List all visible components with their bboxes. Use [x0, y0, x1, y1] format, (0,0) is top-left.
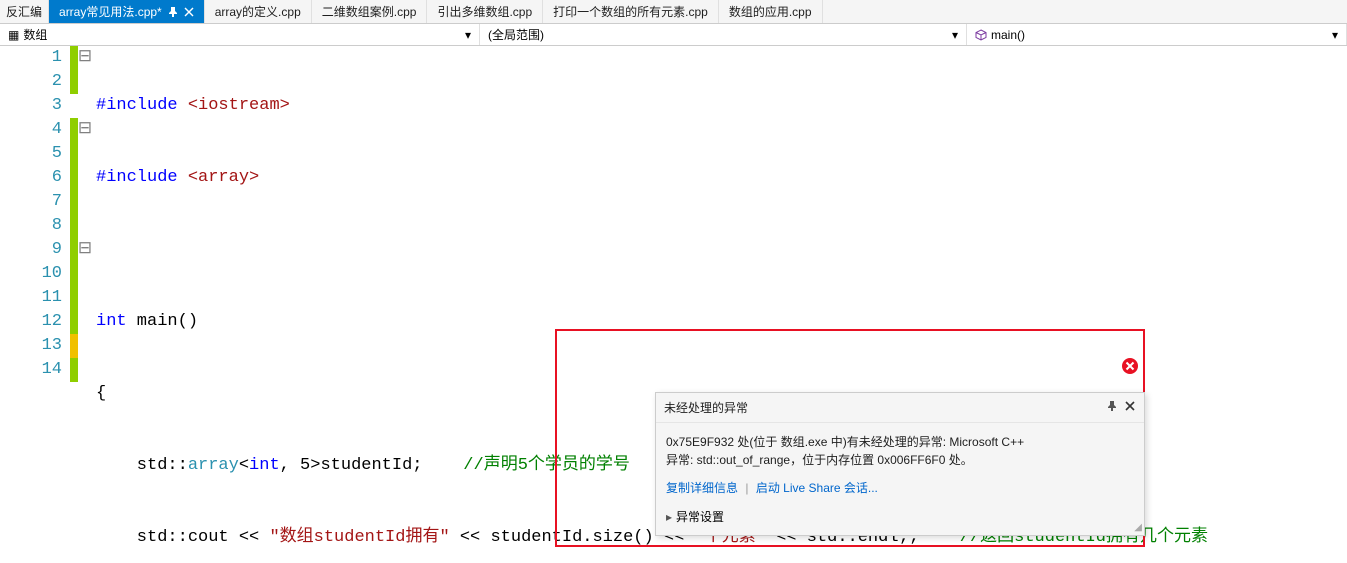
tab-file-0[interactable]: array常见用法.cpp* — [49, 0, 205, 23]
resize-grip-icon[interactable]: ◢ — [1134, 522, 1142, 533]
line-number-gutter: 1 2 3 4 5 6 7 8 9 10 11 12 13 14 — [0, 46, 70, 563]
pin-icon[interactable] — [1106, 400, 1118, 415]
change-indicator — [70, 46, 78, 563]
chevron-down-icon: ▾ — [1332, 28, 1338, 42]
tab-file-3[interactable]: 引出多维数组.cpp — [427, 0, 543, 23]
exception-settings-toggle[interactable]: ▸ 异常设置 — [656, 502, 1144, 535]
scope-global[interactable]: (全局范围) ▾ — [480, 24, 967, 45]
tab-file-5[interactable]: 数组的应用.cpp — [719, 0, 823, 23]
tab-file-1[interactable]: array的定义.cpp — [205, 0, 312, 23]
tab-disassembly[interactable]: 反汇编 — [0, 0, 49, 23]
live-share-link[interactable]: 启动 Live Share 会话... — [756, 481, 878, 495]
tab-file-4[interactable]: 打印一个数组的所有元素.cpp — [543, 0, 719, 23]
cube-icon — [975, 29, 987, 41]
popup-title: 未经处理的异常 — [664, 399, 1100, 416]
exception-popup: 未经处理的异常 0x75E9F932 处(位于 数组.exe 中)有未经处理的异… — [655, 392, 1145, 536]
popup-body: 0x75E9F932 处(位于 数组.exe 中)有未经处理的异常: Micro… — [656, 423, 1144, 473]
popup-header: 未经处理的异常 — [656, 393, 1144, 423]
tab-label: array常见用法.cpp* — [59, 3, 162, 20]
popup-links: 复制详细信息 | 启动 Live Share 会话... — [656, 473, 1144, 502]
chevron-down-icon: ▾ — [465, 28, 471, 42]
triangle-right-icon: ▸ — [666, 510, 672, 524]
copy-details-link[interactable]: 复制详细信息 — [666, 481, 738, 495]
error-badge-icon — [1121, 357, 1139, 375]
file-tabs: 反汇编 array常见用法.cpp* array的定义.cpp 二维数组案例.c… — [0, 0, 1347, 24]
scope-project[interactable]: ▦数组 ▾ — [0, 24, 480, 45]
tab-file-2[interactable]: 二维数组案例.cpp — [312, 0, 428, 23]
chevron-down-icon: ▾ — [952, 28, 958, 42]
scope-function[interactable]: main() ▾ — [967, 24, 1347, 45]
close-icon[interactable] — [184, 7, 194, 17]
close-icon[interactable] — [1124, 400, 1136, 415]
scope-bar: ▦数组 ▾ (全局范围) ▾ main() ▾ — [0, 24, 1347, 46]
pin-icon[interactable] — [168, 7, 178, 17]
fold-gutter[interactable]: ⊟ ⊟ ⊟ — [78, 46, 92, 563]
